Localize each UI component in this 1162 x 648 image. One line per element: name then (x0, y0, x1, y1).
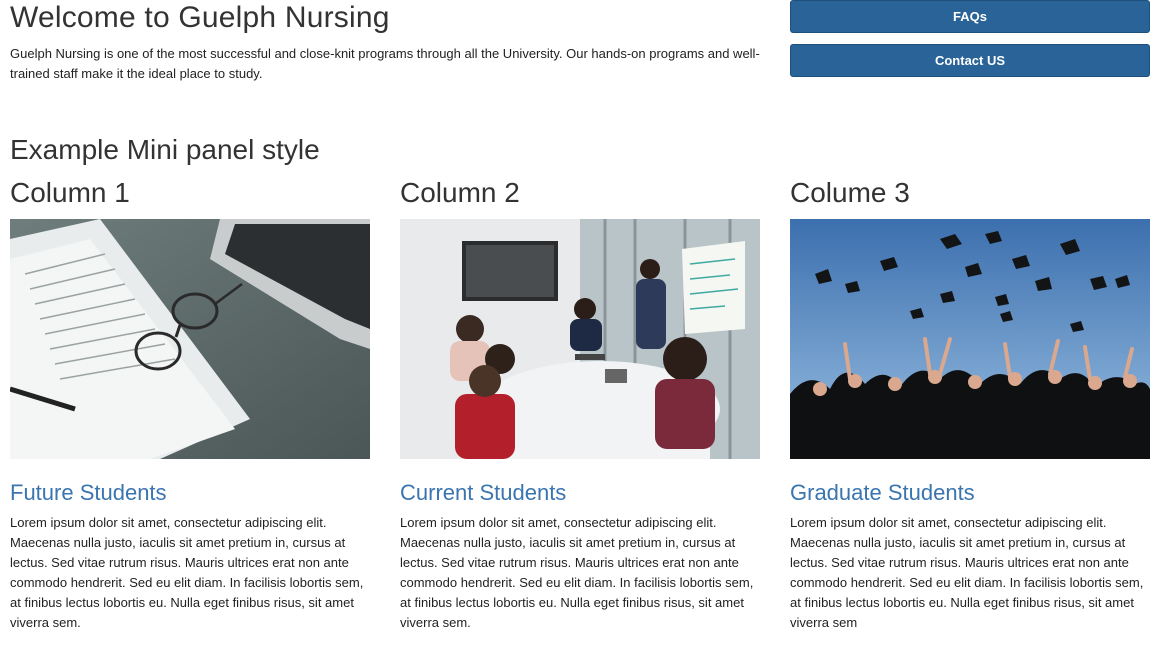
page: Welcome to Guelph Nursing Guelph Nursing… (0, 0, 1162, 648)
graduate-students-link[interactable]: Graduate Students (790, 479, 1150, 507)
column-text: Lorem ipsum dolor sit amet, consectetur … (10, 515, 364, 630)
column-heading: Column 1 (10, 177, 130, 208)
column-heading: Colume 3 (790, 177, 910, 208)
current-students-link[interactable]: Current Students (400, 479, 760, 507)
column-2: Column 2 Current Students Lorem ipsum do… (400, 174, 760, 633)
welcome-section: Welcome to Guelph Nursing Guelph Nursing… (10, 0, 770, 84)
future-students-link[interactable]: Future Students (10, 479, 370, 507)
column-text: Lorem ipsum dolor sit amet, consectetur … (400, 515, 754, 630)
column-heading: Column 2 (400, 177, 520, 208)
intro-text: Guelph Nursing is one of the most succes… (10, 46, 760, 81)
column-3: Colume 3 Graduate Students Lorem ipsum d… (790, 174, 1150, 633)
graduation-image (790, 219, 1150, 459)
paperwork-image (10, 219, 370, 459)
column-text: Lorem ipsum dolor sit amet, consectetur … (790, 515, 1144, 630)
contact-us-button[interactable]: Contact US (790, 44, 1150, 77)
page-title: Welcome to Guelph Nursing (10, 1, 390, 34)
column-1: Column 1 Future Students Lorem ipsum dol… (10, 174, 370, 633)
section-title: Example Mini panel style (10, 134, 320, 165)
faqs-button[interactable]: FAQs (790, 0, 1150, 33)
meeting-image (400, 219, 760, 459)
